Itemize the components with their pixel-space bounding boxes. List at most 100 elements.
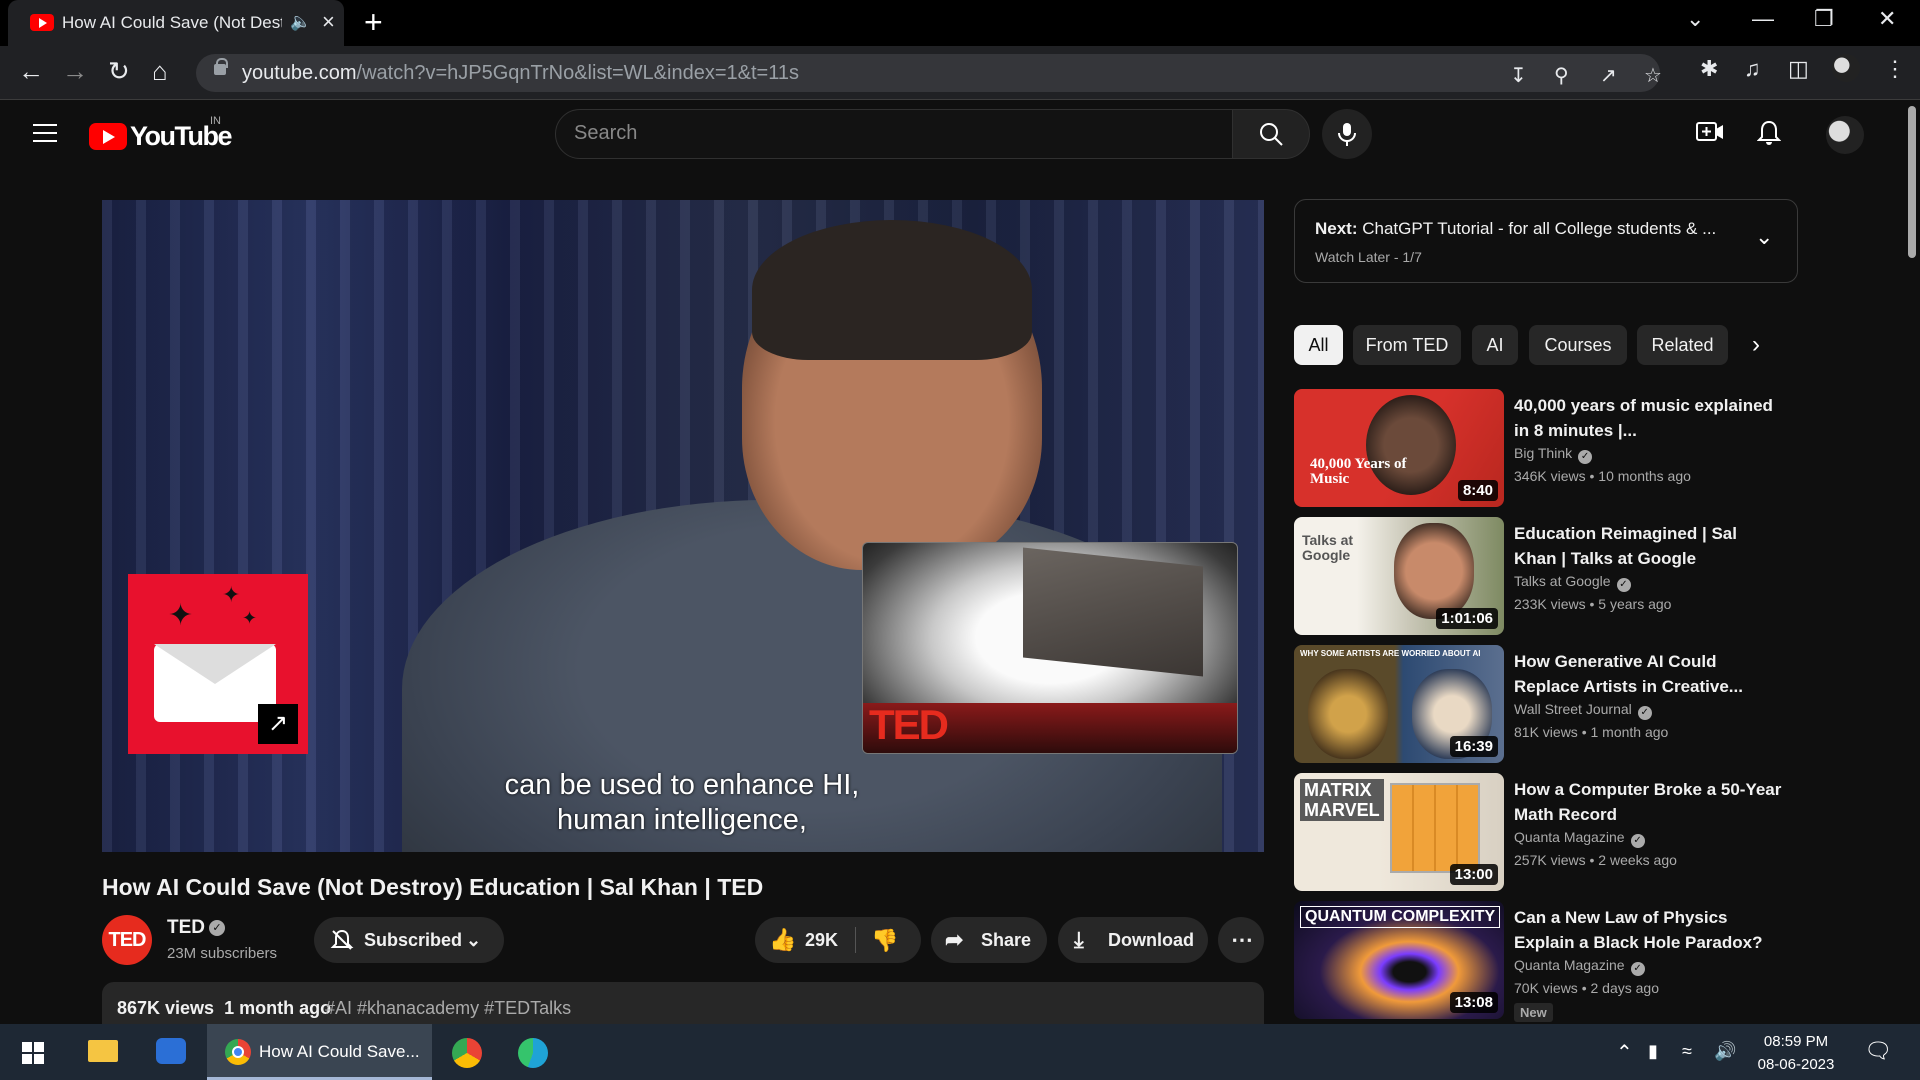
- tab-search-chevron-icon[interactable]: ⌄: [1686, 6, 1704, 32]
- recommended-video-title[interactable]: How Generative AI Could Replace Artists …: [1514, 649, 1784, 699]
- search-icon: [1260, 123, 1283, 146]
- share-page-icon[interactable]: ↗: [1600, 63, 1617, 88]
- wifi-icon[interactable]: ≈: [1682, 1041, 1692, 1062]
- speaker-face-image: [1394, 523, 1474, 619]
- mail-app-icon[interactable]: [156, 1038, 186, 1064]
- hashtags[interactable]: #AI #khanacademy #TEDTalks: [325, 998, 571, 1019]
- thumbnail-text: MATRIX MARVEL: [1300, 779, 1384, 821]
- recommended-channel[interactable]: Wall Street Journal ✓: [1514, 701, 1652, 720]
- volume-icon[interactable]: 🔊: [1714, 1041, 1736, 1062]
- recommended-video[interactable]: WHY SOME ARTISTS ARE WORRIED ABOUT AI 16…: [1294, 645, 1800, 765]
- browser-tab-active[interactable]: How AI Could Save (Not Destroy) Educatio…: [8, 0, 344, 46]
- more-actions-button[interactable]: ⋯: [1218, 917, 1264, 963]
- recommended-channel[interactable]: Quanta Magazine ✓: [1514, 829, 1645, 848]
- notifications-bell-icon[interactable]: [1756, 120, 1782, 153]
- tab-audio-icon[interactable]: 🔈: [290, 12, 311, 32]
- restore-window-icon[interactable]: ❐: [1814, 6, 1834, 32]
- chip-all[interactable]: All: [1294, 325, 1343, 365]
- description-box[interactable]: 867K views 1 month ago #AI #khanacademy …: [102, 982, 1264, 1028]
- youtube-logo-icon[interactable]: [89, 123, 127, 150]
- install-app-icon[interactable]: ↧: [1510, 63, 1527, 88]
- sparkle-icon: ✦: [242, 608, 258, 628]
- video-player[interactable]: ✦ ✦ ✦ ↗ TED can be used to enhance HI, h…: [102, 200, 1264, 852]
- subscribed-button[interactable]: Subscribed ⌄: [314, 917, 504, 963]
- create-video-icon[interactable]: [1696, 120, 1724, 151]
- recommended-channel[interactable]: Quanta Magazine ✓: [1514, 957, 1645, 976]
- chip-courses[interactable]: Courses: [1529, 325, 1627, 365]
- duration-badge: 13:00: [1449, 864, 1498, 885]
- account-avatar[interactable]: [1826, 116, 1864, 154]
- media-control-icon[interactable]: ♫: [1744, 56, 1761, 82]
- back-arrow-icon[interactable]: ←: [18, 56, 44, 87]
- recommended-video-title[interactable]: Education Reimagined | Sal Khan | Talks …: [1514, 521, 1784, 571]
- download-button[interactable]: ⤓ Download: [1058, 917, 1208, 963]
- video-thumbnail[interactable]: Talks at Google 1:01:06: [1294, 517, 1504, 635]
- new-tab-button[interactable]: +: [364, 4, 383, 41]
- recommended-video-title[interactable]: 40,000 years of music explained in 8 min…: [1514, 393, 1784, 443]
- search-button[interactable]: [1232, 109, 1310, 159]
- browser-menu-icon[interactable]: ⋮: [1884, 56, 1906, 82]
- recommended-video-title[interactable]: Can a New Law of Physics Explain a Black…: [1514, 905, 1784, 955]
- open-external-icon[interactable]: ↗: [258, 704, 298, 744]
- channel-avatar[interactable]: TED: [102, 915, 152, 965]
- page-scrollbar[interactable]: [1904, 100, 1920, 1024]
- scrollbar-thumb[interactable]: [1908, 106, 1916, 258]
- file-explorer-icon[interactable]: [88, 1040, 118, 1062]
- lock-icon[interactable]: [214, 58, 228, 75]
- hamburger-menu-icon[interactable]: [33, 124, 57, 142]
- channel-name[interactable]: TED: [167, 917, 205, 939]
- video-captions: can be used to enhance HI, human intelli…: [402, 768, 962, 838]
- tab-close-icon[interactable]: ×: [322, 9, 335, 35]
- recommended-video[interactable]: 40,000 Years of Music 8:40 40,000 years …: [1294, 389, 1800, 509]
- url-text[interactable]: youtube.com/watch?v=hJP5GqnTrNo&list=WL&…: [242, 62, 799, 85]
- recommended-channel[interactable]: Big Think ✓: [1514, 445, 1593, 464]
- chip-ai[interactable]: AI: [1472, 325, 1518, 365]
- recommended-meta: 233K views • 5 years ago: [1514, 596, 1672, 612]
- end-screen-video-card[interactable]: TED: [862, 542, 1238, 754]
- playlist-next-panel[interactable]: Next: ChatGPT Tutorial - for all College…: [1294, 199, 1798, 283]
- minimize-window-icon[interactable]: —: [1752, 6, 1774, 32]
- extensions-puzzle-icon[interactable]: ✱: [1700, 56, 1718, 82]
- video-thumbnail[interactable]: QUANTUM COMPLEXITY 13:08: [1294, 901, 1504, 1019]
- tab-title: How AI Could Save (Not Destroy) Educatio…: [62, 13, 282, 32]
- profile-avatar[interactable]: [1832, 54, 1860, 82]
- address-bar[interactable]: youtube.com/watch?v=hJP5GqnTrNo&list=WL&…: [196, 54, 1662, 92]
- recommended-video[interactable]: QUANTUM COMPLEXITY 13:08 Can a New Law o…: [1294, 901, 1800, 1022]
- system-clock[interactable]: 08:59 PM 08-06-2023: [1748, 1030, 1844, 1076]
- battery-icon[interactable]: ▮: [1648, 1041, 1658, 1062]
- search-input[interactable]: [574, 122, 1174, 145]
- thumbs-down-icon[interactable]: 👍: [871, 917, 898, 963]
- windows-taskbar: How AI Could Save... ⌃ ▮ ≈ 🔊 08:59 PM 08…: [0, 1024, 1920, 1080]
- zoom-icon[interactable]: ⚲: [1554, 63, 1569, 88]
- video-thumbnail[interactable]: WHY SOME ARTISTS ARE WORRIED ABOUT AI 16…: [1294, 645, 1504, 763]
- notification-center-icon[interactable]: 🗨: [1864, 1038, 1892, 1064]
- recommended-video[interactable]: Talks at Google 1:01:06 Education Reimag…: [1294, 517, 1800, 637]
- search-box[interactable]: [555, 109, 1233, 159]
- reload-icon[interactable]: ↻: [108, 56, 130, 87]
- subscribe-card-tile[interactable]: ✦ ✦ ✦ ↗: [128, 574, 308, 754]
- edge-browser-icon[interactable]: [518, 1038, 548, 1068]
- chevron-right-icon[interactable]: ›: [1752, 331, 1760, 359]
- recommended-video-title[interactable]: How a Computer Broke a 50-Year Math Reco…: [1514, 777, 1784, 827]
- ted-logo: TED: [869, 701, 949, 748]
- home-icon[interactable]: ⌂: [152, 56, 168, 87]
- voice-search-button[interactable]: [1322, 109, 1372, 159]
- bookmark-star-icon[interactable]: ☆: [1644, 63, 1662, 88]
- forward-arrow-icon[interactable]: →: [62, 56, 88, 87]
- like-button[interactable]: 👍 29K 👍: [755, 917, 921, 963]
- taskbar-chrome-window[interactable]: How AI Could Save...: [207, 1024, 432, 1080]
- windows-start-icon[interactable]: [22, 1042, 44, 1064]
- download-label: Download: [1108, 930, 1194, 950]
- recommended-video[interactable]: MATRIX MARVEL 13:00 How a Computer Broke…: [1294, 773, 1800, 893]
- recommended-channel[interactable]: Talks at Google ✓: [1514, 573, 1631, 592]
- share-button[interactable]: ➦ Share: [931, 917, 1047, 963]
- chip-from-ted[interactable]: From TED: [1353, 325, 1461, 365]
- side-panel-icon[interactable]: ◫: [1788, 56, 1809, 82]
- video-thumbnail[interactable]: 40,000 Years of Music 8:40: [1294, 389, 1504, 507]
- close-window-icon[interactable]: ✕: [1878, 6, 1896, 32]
- chrome-profile-icon[interactable]: [452, 1038, 482, 1068]
- show-hidden-icons-chevron[interactable]: ⌃: [1616, 1040, 1633, 1065]
- chip-related[interactable]: Related: [1637, 325, 1728, 365]
- chevron-down-icon[interactable]: ⌄: [1755, 224, 1773, 250]
- video-thumbnail[interactable]: MATRIX MARVEL 13:00: [1294, 773, 1504, 891]
